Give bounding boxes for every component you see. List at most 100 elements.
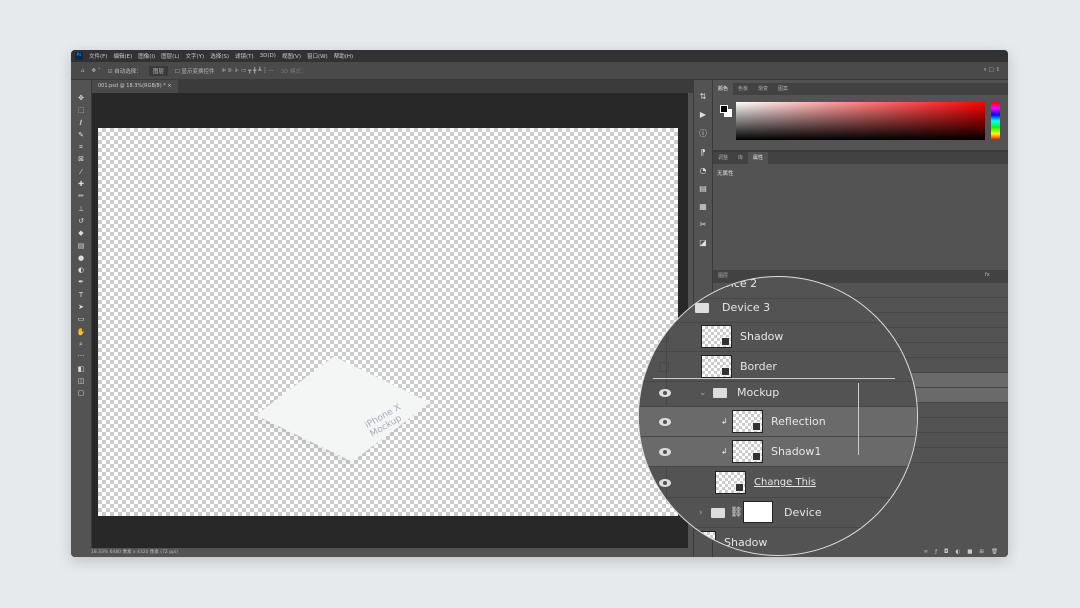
menu-3d[interactable]: 3D(D) — [260, 53, 276, 59]
foreground-color-swatch[interactable] — [720, 105, 728, 113]
document-canvas[interactable]: iPhone X Mockup — [98, 128, 678, 516]
adjustment-layer-icon[interactable]: ◐ — [955, 549, 960, 555]
auto-select-target-dropdown[interactable]: 图层 — [148, 65, 168, 76]
menu-help[interactable]: 帮助(H) — [334, 52, 353, 60]
eye-icon[interactable] — [659, 447, 671, 456]
chevron-right-icon[interactable]: › — [699, 508, 703, 518]
actions-play-icon[interactable]: ▶ — [700, 110, 706, 119]
eye-icon[interactable] — [659, 417, 671, 426]
move-tool-icon[interactable]: ✥ — [78, 94, 84, 103]
quick-mask-icon[interactable]: ◫ — [78, 377, 85, 386]
blur-tool-icon[interactable]: ● — [78, 254, 84, 263]
glyphs-icon[interactable]: ◔ — [700, 166, 707, 175]
visibility-toggle[interactable] — [659, 507, 669, 518]
show-transform-checkbox[interactable]: ☐ 显示变换控件 — [175, 67, 215, 75]
eye-icon[interactable] — [659, 388, 671, 397]
new-layer-icon[interactable]: ⊞ — [979, 549, 984, 555]
layer-name: Reflection — [771, 415, 826, 428]
layer-row[interactable]: Change This — [639, 468, 917, 498]
healing-brush-icon[interactable]: ✚ — [78, 180, 84, 189]
comments-icon[interactable]: ▦ — [699, 202, 707, 211]
auto-select-checkbox[interactable]: ☑ 自动选择： — [108, 67, 142, 75]
properties-panel: 调整 库 属性 无属性 — [713, 150, 1008, 270]
tab-adjustments[interactable]: 调整 — [713, 152, 733, 164]
tab-color[interactable]: 颜色 — [713, 83, 734, 95]
zoom-tool-icon[interactable]: ⌕ — [79, 340, 83, 349]
tools-icon[interactable]: ✂ — [700, 220, 707, 229]
stamp-tool-icon[interactable]: ⊥ — [78, 205, 84, 214]
gradient-tool-icon[interactable]: ▤ — [78, 242, 85, 251]
visibility-toggle[interactable] — [659, 361, 669, 372]
type-tool-icon[interactable]: T — [79, 291, 83, 300]
shape-tool-icon[interactable]: ▭ — [78, 315, 85, 324]
menu-image[interactable]: 图像(I) — [138, 52, 155, 60]
notes-icon[interactable]: ▤ — [699, 184, 707, 193]
crop-tool-icon[interactable]: ⌗ — [79, 143, 83, 152]
home-icon[interactable]: ⌂ — [81, 68, 85, 74]
quick-select-icon[interactable]: ✎ — [78, 131, 84, 140]
history-brush-icon[interactable]: ↺ — [78, 217, 84, 226]
no-properties-text: 无属性 — [717, 171, 734, 177]
eraser-icon[interactable]: ◆ — [78, 229, 83, 238]
hand-tool-icon[interactable]: ✋ — [77, 328, 86, 337]
tab-libraries[interactable]: 库 — [733, 152, 748, 164]
layer-name: Shadow — [740, 330, 784, 343]
tab-swatches[interactable]: 色板 — [733, 83, 753, 95]
delete-layer-icon[interactable]: 🗑 — [991, 549, 998, 555]
eye-icon[interactable] — [659, 478, 671, 487]
hue-slider[interactable] — [991, 102, 1000, 140]
menu-filter[interactable]: 滤镜(T) — [235, 52, 254, 60]
layer-row[interactable]: Shadow — [639, 322, 917, 352]
options-bar: ⌂ ✥ ˅ ☑ 自动选择： 图层 ☐ 显示变换控件 ⊫ ⊪ ⊩ ▭ ┳ ╋ ┻ … — [71, 62, 1008, 80]
color-swatches-icon[interactable]: ◧ — [78, 365, 85, 374]
layer-row[interactable]: Shadow — [639, 528, 917, 555]
layer-row[interactable]: › ⛓ Device — [639, 498, 917, 528]
chevron-down-icon[interactable]: ⌄ — [699, 388, 707, 398]
menu-select[interactable]: 选择(S) — [210, 52, 229, 60]
more-tools-icon[interactable]: ··· — [78, 352, 85, 361]
lasso-tool-icon[interactable]: ℓ — [80, 119, 83, 128]
menu-layer[interactable]: 图层(L) — [161, 52, 179, 60]
marquee-tool-icon[interactable]: ⬚ — [78, 106, 85, 115]
brush-tool-icon[interactable]: ✏ — [78, 192, 84, 201]
photoshop-logo: Ps — [75, 52, 83, 60]
frame-tool-icon[interactable]: ⊠ — [78, 155, 84, 164]
menu-view[interactable]: 视图(V) — [282, 52, 301, 60]
info-icon[interactable]: ⓘ — [699, 128, 707, 139]
canvas-area[interactable]: iPhone X Mockup — [92, 93, 688, 548]
path-select-icon[interactable]: ➤ — [78, 303, 84, 312]
tab-gradients[interactable]: 渐变 — [753, 83, 773, 95]
menu-type[interactable]: 文字(Y) — [186, 52, 205, 60]
layer-row[interactable]: Device 3 — [639, 293, 917, 323]
layer-row-selected[interactable]: ↲ Reflection — [639, 407, 917, 437]
new-group-icon[interactable]: ■ — [967, 549, 972, 555]
layer-comps-icon[interactable]: ◪ — [699, 238, 707, 247]
menu-window[interactable]: 窗口(W) — [307, 52, 328, 60]
close-icon[interactable]: × — [167, 83, 171, 89]
pen-tool-icon[interactable]: ✒ — [78, 278, 84, 287]
menu-edit[interactable]: 编辑(E) — [113, 52, 132, 60]
tab-properties[interactable]: 属性 — [748, 152, 769, 164]
color-picker-field[interactable] — [736, 102, 985, 140]
visibility-toggle[interactable] — [659, 331, 669, 342]
paragraph-icon[interactable]: ⁋ — [700, 148, 705, 157]
layer-row-selected[interactable]: ↲ Shadow1 — [639, 437, 917, 467]
dodge-tool-icon[interactable]: ◐ — [78, 266, 84, 275]
eyedropper-icon[interactable]: ⁄ — [80, 168, 81, 177]
fx-icon[interactable]: ƒ — [935, 549, 937, 555]
search-icon[interactable]: ⌕ ▢ ⇪ — [984, 67, 1000, 74]
layer-row[interactable]: ⌄ Mockup — [639, 379, 917, 407]
layer-name: Device — [784, 506, 822, 519]
document-tab[interactable]: 001.psd @ 18.3%(RGB/8) * × — [92, 80, 178, 93]
smart-object-icon — [752, 422, 761, 431]
photoshop-window: Ps 文件(F) 编辑(E) 图像(I) 图层(L) 文字(Y) 选择(S) 滤… — [71, 50, 1008, 557]
align-icons[interactable]: ⊫ ⊪ ⊩ ▭ ┳ ╋ ┻ ┆ ··· — [222, 68, 274, 74]
move-tool-icon[interactable]: ✥ ˅ — [92, 68, 101, 74]
history-icon[interactable]: ⇅ — [700, 92, 707, 101]
screen-mode-icon[interactable]: ▢ — [78, 389, 85, 398]
link-layers-icon[interactable]: ∞ — [924, 549, 929, 555]
tab-patterns[interactable]: 图案 — [773, 83, 793, 95]
add-mask-icon[interactable]: ◘ — [944, 549, 948, 555]
menu-file[interactable]: 文件(F) — [89, 52, 107, 60]
layer-thumbnail — [732, 440, 763, 463]
